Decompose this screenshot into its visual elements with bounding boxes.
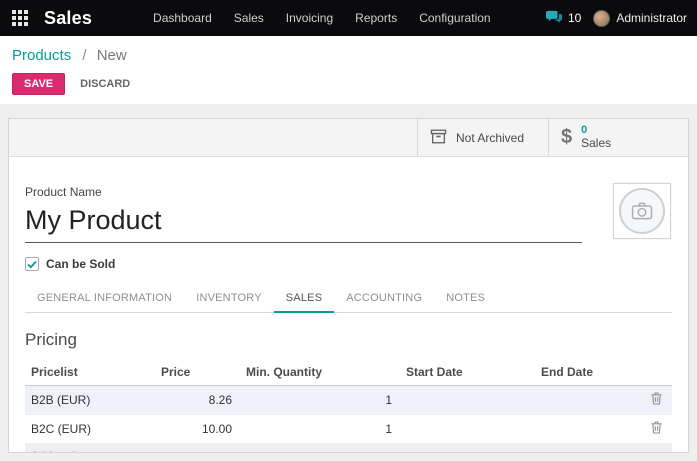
messages-count[interactable]: 10: [568, 11, 581, 25]
can-be-sold-label: Can be Sold: [46, 257, 115, 271]
menu-item-dashboard[interactable]: Dashboard: [142, 0, 223, 36]
add-an-item-link[interactable]: Add an item: [31, 449, 95, 453]
save-button[interactable]: SAVE: [12, 73, 65, 95]
menu-item-reports[interactable]: Reports: [344, 0, 408, 36]
product-name-input[interactable]: [25, 203, 582, 243]
table-header-row: Pricelist Price Min. Quantity Start Date…: [25, 359, 672, 386]
tab-general-information[interactable]: GENERAL INFORMATION: [25, 285, 184, 312]
sheet-body: Product Name Can be Sold GENERAL INFORMA…: [9, 157, 688, 453]
menu-item-invoicing[interactable]: Invoicing: [275, 0, 344, 36]
cell-min-quantity[interactable]: 1: [240, 386, 400, 415]
menu-item-configuration[interactable]: Configuration: [408, 0, 501, 36]
cell-end-date[interactable]: [535, 386, 635, 415]
apps-grid-icon[interactable]: [12, 10, 28, 26]
cell-end-date[interactable]: [535, 415, 635, 444]
user-avatar[interactable]: [593, 10, 610, 27]
cell-pricelist[interactable]: B2B (EUR): [25, 386, 155, 415]
form-action-buttons: SAVE DISCARD: [12, 73, 685, 95]
delete-row-icon[interactable]: [651, 392, 662, 405]
topbar: Sales Dashboard Sales Invoicing Reports …: [0, 0, 697, 36]
breadcrumb-separator: /: [82, 47, 86, 64]
breadcrumb-current: New: [97, 47, 127, 64]
form-statusbar: Not Archived $ 0 Sales: [9, 119, 688, 157]
add-item-row: Add an item: [25, 443, 672, 453]
col-pricelist[interactable]: Pricelist: [25, 359, 155, 386]
delete-row-icon[interactable]: [651, 421, 662, 434]
archive-box-icon: [430, 129, 447, 147]
dollar-icon: $: [561, 126, 572, 149]
col-price[interactable]: Price: [155, 359, 240, 386]
messages-icon[interactable]: [545, 10, 563, 26]
sales-stat-text: 0 Sales: [581, 124, 611, 150]
not-archived-label: Not Archived: [456, 131, 524, 145]
topbar-right: 10 Administrator: [545, 10, 687, 27]
cell-price[interactable]: 8.26: [155, 386, 240, 415]
breadcrumb: Products / New: [12, 47, 685, 64]
control-panel: Products / New SAVE DISCARD: [0, 36, 697, 104]
breadcrumb-products[interactable]: Products: [12, 47, 71, 64]
pricing-table: Pricelist Price Min. Quantity Start Date…: [25, 359, 672, 453]
not-archived-button[interactable]: Not Archived: [417, 119, 548, 156]
tab-inventory[interactable]: INVENTORY: [184, 285, 274, 312]
cell-start-date[interactable]: [400, 386, 535, 415]
cell-pricelist[interactable]: B2C (EUR): [25, 415, 155, 444]
menu-item-sales[interactable]: Sales: [223, 0, 275, 36]
tab-accounting[interactable]: ACCOUNTING: [334, 285, 434, 312]
discard-button[interactable]: DISCARD: [70, 73, 140, 95]
can-be-sold-row: Can be Sold: [25, 257, 672, 271]
sales-stat-button[interactable]: $ 0 Sales: [548, 119, 688, 156]
page-background: Not Archived $ 0 Sales Product Name: [0, 104, 697, 461]
col-actions: [635, 359, 672, 386]
user-menu[interactable]: Administrator: [616, 11, 687, 25]
tab-notes[interactable]: NOTES: [434, 285, 497, 312]
pricing-section-title: Pricing: [25, 330, 672, 350]
can-be-sold-checkbox[interactable]: [25, 257, 39, 271]
cell-price[interactable]: 10.00: [155, 415, 240, 444]
cell-min-quantity[interactable]: 1: [240, 415, 400, 444]
product-name-label: Product Name: [25, 185, 672, 199]
product-form-sheet: Not Archived $ 0 Sales Product Name: [8, 118, 689, 453]
col-min-quantity[interactable]: Min. Quantity: [240, 359, 400, 386]
top-menu: Dashboard Sales Invoicing Reports Config…: [142, 0, 502, 36]
tab-sales[interactable]: SALES: [274, 285, 334, 313]
notebook-tabs: GENERAL INFORMATION INVENTORY SALES ACCO…: [25, 285, 672, 313]
product-image-placeholder[interactable]: [613, 183, 671, 239]
col-start-date[interactable]: Start Date: [400, 359, 535, 386]
cell-start-date[interactable]: [400, 415, 535, 444]
table-row[interactable]: B2B (EUR) 8.26 1: [25, 386, 672, 415]
table-row[interactable]: B2C (EUR) 10.00 1: [25, 415, 672, 444]
col-end-date[interactable]: End Date: [535, 359, 635, 386]
app-title: Sales: [44, 8, 92, 29]
sales-stat-label: Sales: [581, 137, 611, 151]
camera-icon: [619, 188, 665, 234]
